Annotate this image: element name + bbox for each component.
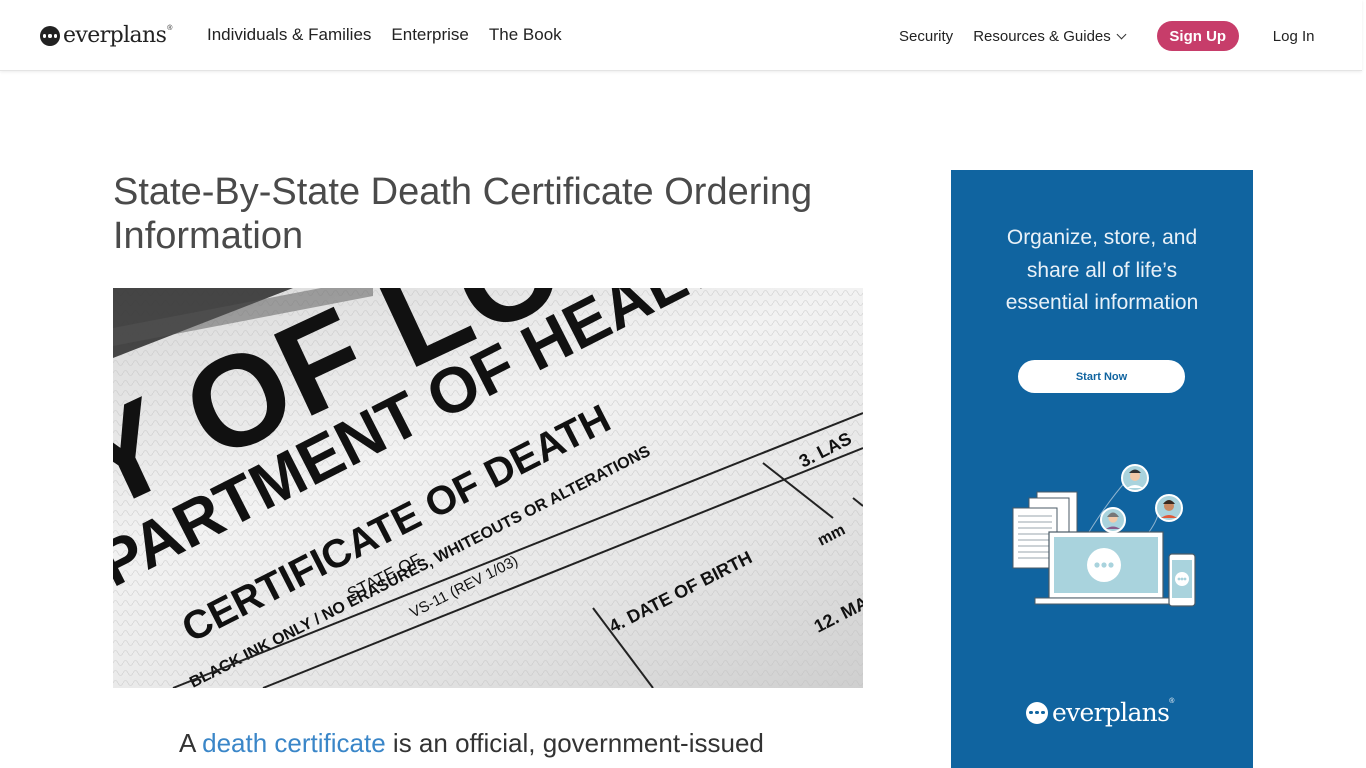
ad-headline: Organize, store, and share all of life’s… (951, 222, 1253, 320)
everplans-logo[interactable]: everplans® (40, 22, 172, 50)
avatar-icon (1100, 507, 1126, 533)
sign-up-button[interactable]: Sign Up (1156, 21, 1239, 51)
ad-headline-line-3: essential information (1005, 291, 1199, 314)
resources-label: Resources & Guides (973, 27, 1111, 45)
ad-registered-mark: ® (1169, 698, 1174, 705)
site-header: everplans® Individuals & Families Enterp… (0, 0, 1362, 71)
intro-prefix: A (179, 728, 203, 758)
ad-headline-line-2: share all of life’s (1026, 258, 1178, 282)
nav-individuals-families[interactable]: Individuals & Families (207, 25, 371, 45)
death-certificate-photo: Y OF LO PARTMENT OF HEALTH CERTIFICATE O… (113, 288, 863, 688)
sidebar-ad[interactable]: Organize, store, and share all of life’s… (951, 170, 1253, 768)
page-title: State-By-State Death Certificate Orderin… (113, 171, 813, 257)
ad-headline-line-1: Organize, store, and (1006, 226, 1198, 249)
death-certificate-link[interactable]: death certificate (202, 728, 386, 758)
secondary-nav: Security Resources & Guides Sign Up Log … (899, 21, 1314, 51)
avatar-icon (1121, 464, 1149, 492)
logo-text: everplans (63, 23, 167, 48)
laptop-icon (1034, 531, 1178, 605)
log-in-link[interactable]: Log In (1273, 28, 1315, 45)
start-now-button[interactable]: Start Now (1018, 360, 1185, 393)
main-nav: Individuals & Families Enterprise The Bo… (207, 25, 562, 45)
intro-suffix: is an official, government-issued (385, 728, 764, 758)
nav-enterprise[interactable]: Enterprise (391, 25, 468, 45)
intro-paragraph: A death certificate is an official, gove… (179, 726, 879, 760)
avatar-icon (1155, 494, 1183, 522)
logo-dots-icon (40, 26, 60, 46)
ad-everplans-logo: everplans® (1026, 698, 1174, 727)
nav-the-book[interactable]: The Book (489, 25, 562, 45)
hero-image: Y OF LO PARTMENT OF HEALTH CERTIFICATE O… (113, 288, 863, 688)
chevron-down-icon (1116, 29, 1127, 39)
nav-resources-guides[interactable]: Resources & Guides (973, 27, 1127, 45)
nav-security[interactable]: Security (899, 28, 953, 45)
ad-logo-text: everplans (1052, 698, 1170, 727)
logo-dots-icon (1026, 701, 1048, 724)
devices-illustration (1012, 464, 1196, 607)
registered-mark: ® (167, 25, 172, 32)
phone-icon (1168, 553, 1196, 607)
